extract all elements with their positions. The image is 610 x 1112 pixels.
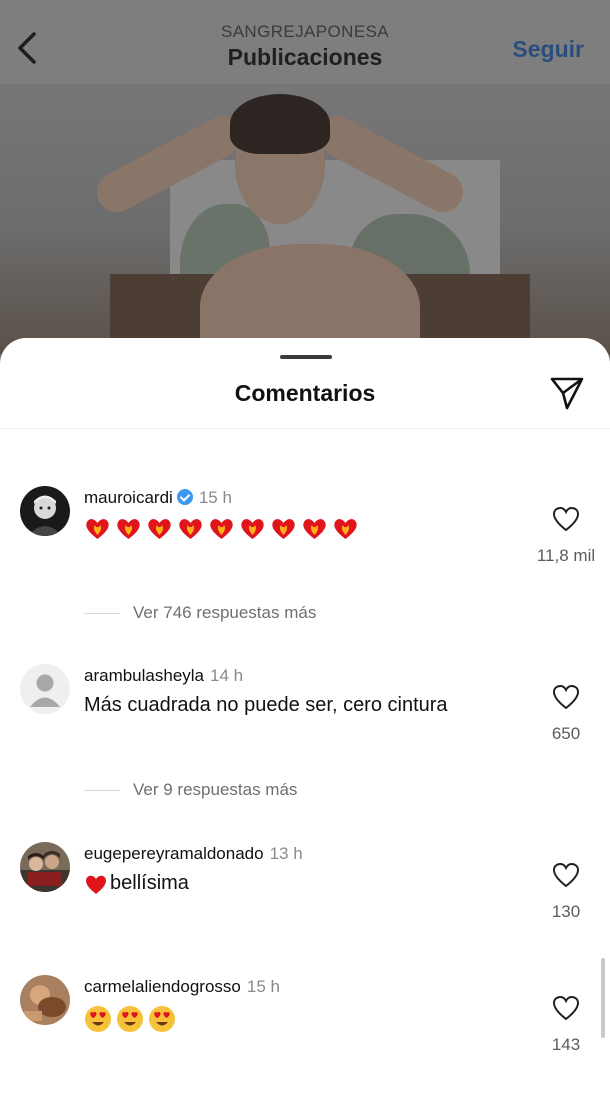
comment-body: bellísima xyxy=(110,872,189,894)
avatar[interactable] xyxy=(20,842,70,892)
like-button[interactable] xyxy=(552,995,580,1021)
heart-eyes-emoji xyxy=(149,1006,175,1032)
verified-badge-icon xyxy=(176,489,193,505)
like-count: 130 xyxy=(551,902,581,921)
heart-on-fire-emoji xyxy=(270,516,297,540)
comment-text xyxy=(84,1005,176,1033)
replies-label: Ver 746 respuestas más xyxy=(133,603,317,622)
heart-on-fire-emoji xyxy=(84,516,111,540)
timestamp: 15 h xyxy=(246,977,280,996)
timestamp: 14 h xyxy=(210,666,244,685)
follow-button[interactable]: Seguir xyxy=(512,36,584,63)
share-button[interactable] xyxy=(548,374,586,412)
heart-outline-icon xyxy=(552,506,580,532)
heart-on-fire-emoji xyxy=(177,516,204,540)
paper-plane-icon xyxy=(550,377,584,410)
comment-meta: mauroicardi 15 h xyxy=(84,488,232,508)
comment-meta: eugepereyramaldonado 13 h xyxy=(84,844,303,864)
heart-on-fire-emoji xyxy=(301,516,328,540)
timestamp: 15 h xyxy=(198,488,232,507)
heart-on-fire-emoji xyxy=(115,516,142,540)
replies-label: Ver 9 respuestas más xyxy=(133,780,298,799)
timestamp: 13 h xyxy=(269,844,303,863)
username[interactable]: arambulasheyla xyxy=(84,666,204,685)
comment-text: bellísima xyxy=(84,872,189,895)
like-button[interactable] xyxy=(552,684,580,710)
username[interactable]: mauroicardi xyxy=(84,488,173,507)
heart-eyes-emoji xyxy=(117,1006,143,1032)
view-replies-button[interactable]: Ver 746 respuestas más xyxy=(84,603,316,623)
top-header: SANGREJAPONESA Publicaciones Seguir xyxy=(0,0,610,84)
like-button[interactable] xyxy=(552,862,580,888)
view-replies-button[interactable]: Ver 9 respuestas más xyxy=(84,780,297,800)
drag-handle[interactable] xyxy=(280,355,332,359)
heart-on-fire-emoji xyxy=(332,516,359,540)
red-heart-emoji xyxy=(86,875,106,894)
heart-eyes-emoji xyxy=(85,1006,111,1032)
like-button[interactable] xyxy=(552,506,580,532)
heart-outline-icon xyxy=(552,862,580,888)
heart-on-fire-emoji xyxy=(208,516,235,540)
heart-outline-icon xyxy=(552,995,580,1021)
sheet-title: Comentarios xyxy=(234,380,376,406)
comments-sheet: Comentarios mauroicardi 15 h 11,8 mil Ve… xyxy=(0,338,610,1112)
like-count: 650 xyxy=(551,724,581,743)
post-photo xyxy=(0,84,610,354)
avatar[interactable] xyxy=(20,975,70,1025)
comment-meta: carmelaliendogrosso 15 h xyxy=(84,977,280,997)
username[interactable]: eugepereyramaldonado xyxy=(84,844,264,863)
comment-text xyxy=(84,516,359,540)
heart-on-fire-emoji xyxy=(239,516,266,540)
scrollbar[interactable] xyxy=(601,958,605,1038)
like-count: 143 xyxy=(551,1035,581,1054)
avatar[interactable] xyxy=(20,486,70,536)
like-count: 11,8 mil xyxy=(536,546,596,565)
comment-text: Más cuadrada no puede ser, cero cintura xyxy=(84,694,448,716)
heart-outline-icon xyxy=(552,684,580,710)
comment-meta: arambulasheyla 14 h xyxy=(84,666,243,686)
username[interactable]: carmelaliendogrosso xyxy=(84,977,241,996)
avatar[interactable] xyxy=(20,664,70,714)
heart-on-fire-emoji xyxy=(146,516,173,540)
